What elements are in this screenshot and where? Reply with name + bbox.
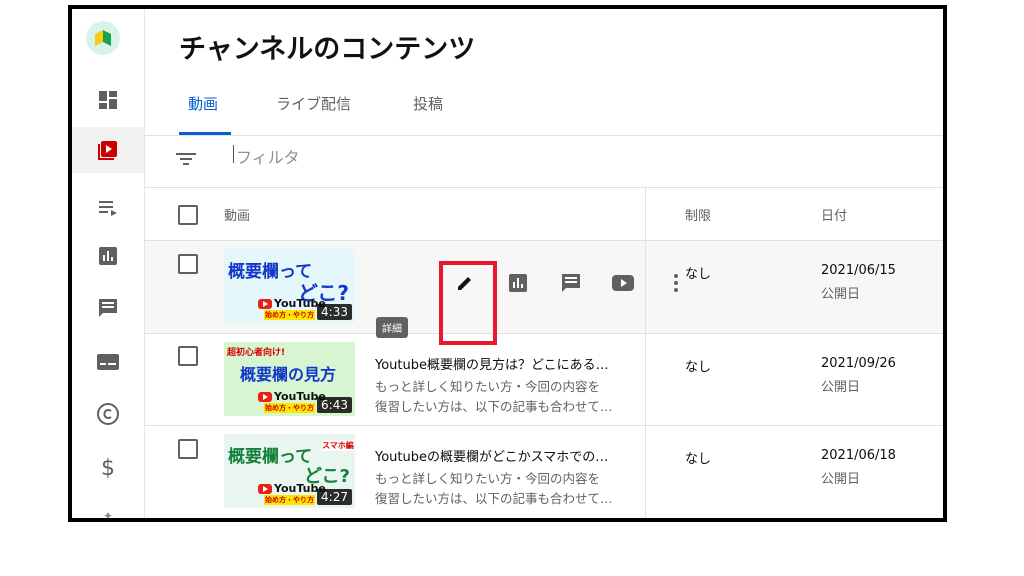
more-icon [674,274,678,292]
sidebar-item-subtitles[interactable] [72,339,144,385]
video-duration: 6:43 [317,397,352,413]
sidebar-item-monetization[interactable]: $ [72,445,144,491]
column-header-restriction[interactable]: 制限 [685,205,711,224]
tooltip: 詳細 [376,317,408,338]
content-icon [98,141,117,160]
sidebar-item-copyright[interactable] [72,391,144,437]
video-thumbnail[interactable]: 概要欄って どこ? YouTube 始め方・やり方 4:33 [224,249,355,323]
beginner-mark-icon [95,30,111,46]
filter-input[interactable] [236,148,536,167]
playlist-icon [99,201,117,216]
publish-status: 公開日 [821,380,861,395]
comments-icon [562,274,580,292]
channel-avatar[interactable] [86,21,120,55]
youtube-logo-icon [258,392,272,402]
select-all-checkbox[interactable] [178,205,198,225]
video-description: 復習したい方は、以下の記事も合わせて… [375,399,613,414]
publish-status: 公開日 [821,472,861,487]
publish-date: 2021/06/18 [821,448,896,463]
thumbnail-text: 超初心者向け! [227,348,286,358]
youtube-logo-icon [258,299,272,309]
restriction-value: なし [685,267,712,282]
screenshot-frame: $ ✦ チャンネルのコンテンツ 動画 ライブ配信 投稿 動画 制限 日付 [68,5,947,522]
analytics-button[interactable] [506,271,530,295]
tab-videos[interactable]: 動画 [188,93,218,114]
sidebar-item-customization[interactable]: ✦ [72,493,144,522]
thumbnail-tag: スマホ編 [322,440,354,451]
video-description: 復習したい方は、以下の記事も合わせて… [375,491,613,506]
youtube-logo-icon [258,484,272,494]
table-row[interactable]: 超初心者向け! 概要欄の見方 YouTube 始め方・やり方 6:43 Yout… [145,334,943,426]
publish-date: 2021/06/15 [821,263,896,278]
tabs-divider [145,135,943,136]
publish-status: 公開日 [821,287,861,302]
restriction-value: なし [685,360,712,375]
column-header-date[interactable]: 日付 [821,205,847,224]
thumbnail-text: 概要欄の見方 [240,365,337,384]
filter-divider [145,187,943,188]
sidebar-item-comments[interactable] [72,285,144,331]
video-title[interactable]: Youtube概要欄の見方は？どこにある… [375,354,609,373]
sidebar-item-content[interactable] [72,127,144,173]
video-thumbnail[interactable]: 超初心者向け! 概要欄の見方 YouTube 始め方・やり方 6:43 [224,342,355,416]
video-title[interactable]: Youtubeの概要欄がどこかスマホでの… [375,446,608,465]
page-title: チャンネルのコンテンツ [179,34,476,65]
video-description: もっと詳しく知りたい方・今回の内容を [375,379,601,394]
video-duration: 4:27 [317,489,352,505]
restriction-value: なし [685,452,712,467]
tab-posts[interactable]: 投稿 [413,93,443,114]
monetization-icon: $ [101,455,115,481]
analytics-icon [509,274,527,292]
row-checkbox[interactable] [178,254,198,274]
analytics-icon [99,247,117,265]
youtube-icon [612,275,634,291]
text-cursor [233,145,234,163]
column-header-video[interactable]: 動画 [224,205,250,224]
subtitles-icon [97,354,119,370]
row-checkbox[interactable] [178,346,198,366]
video-description: もっと詳しく知りたい方・今回の内容を [375,471,601,486]
highlight-box [439,261,497,345]
sidebar-item-playlists[interactable] [72,185,144,231]
view-on-youtube-button[interactable] [611,271,635,295]
comments-button[interactable] [559,271,583,295]
publish-date: 2021/09/26 [821,356,896,371]
sidebar-item-dashboard[interactable] [72,77,144,123]
dashboard-icon [99,91,117,109]
thumbnail-subtext: 始め方・やり方 [264,495,315,505]
table-row[interactable]: 概要欄って どこ? スマホ編 YouTube 始め方・やり方 4:27 Yout… [145,426,943,518]
video-duration: 4:33 [317,304,352,320]
customization-icon: ✦ [102,509,114,522]
thumbnail-subtext: 始め方・やり方 [264,310,315,320]
more-options-button[interactable] [664,271,688,295]
thumbnail-text: 概要欄って [228,447,313,467]
table-row[interactable]: 概要欄って どこ? YouTube 始め方・やり方 4:33 なし 2021/0… [145,241,943,333]
copyright-icon [97,403,119,425]
sidebar-item-analytics[interactable] [72,233,144,279]
tab-live[interactable]: ライブ配信 [276,93,351,114]
main-content: チャンネルのコンテンツ 動画 ライブ配信 投稿 動画 制限 日付 概要欄って ど… [145,9,943,518]
video-thumbnail[interactable]: 概要欄って どこ? スマホ編 YouTube 始め方・やり方 4:27 [224,434,355,508]
comments-icon [99,299,117,317]
thumbnail-subtext: 始め方・やり方 [264,403,315,413]
sidebar: $ ✦ [72,9,145,518]
column-divider [645,188,646,518]
row-checkbox[interactable] [178,439,198,459]
filter-icon[interactable] [175,149,197,167]
